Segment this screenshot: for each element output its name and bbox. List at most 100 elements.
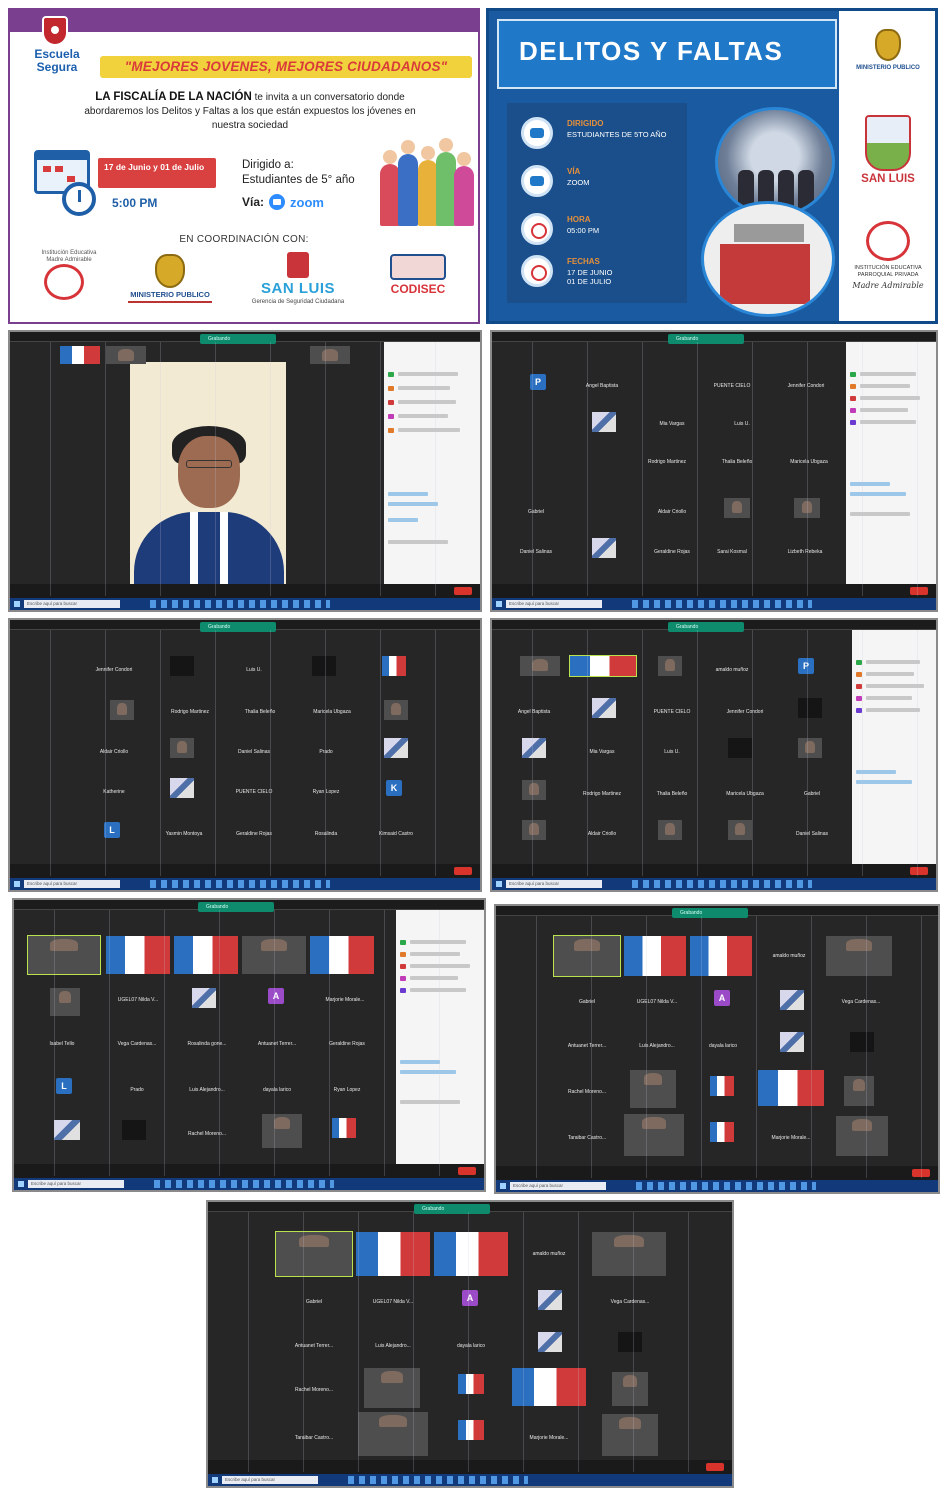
participant-tile[interactable]: Kimsaid Castro <box>366 824 426 844</box>
participant-video[interactable] <box>612 1372 648 1406</box>
participant-video[interactable] <box>553 935 621 977</box>
participant-tile[interactable]: Geraldine Rojas <box>224 824 284 844</box>
participant-video[interactable] <box>384 738 408 758</box>
participant-tile[interactable]: Maricela Ubgaza <box>712 784 778 804</box>
participant-tile[interactable]: Sarai Kosmal <box>702 542 762 562</box>
participant-video[interactable] <box>798 698 822 718</box>
participant-video[interactable] <box>358 1412 428 1456</box>
leave-button[interactable] <box>910 587 928 595</box>
participant-video[interactable] <box>384 700 408 720</box>
participant-video[interactable] <box>658 656 682 676</box>
windows-start-icon[interactable] <box>14 601 20 607</box>
participant-tile[interactable]: Rachel Moreno... <box>276 1380 352 1400</box>
participant-tile[interactable]: Vega Cardenas... <box>592 1292 668 1312</box>
participant-tile[interactable]: Daniel Salinas <box>782 824 842 844</box>
participant-tile[interactable]: Lizbeth Rebeka <box>772 542 838 562</box>
taskbar-search-input[interactable]: Escribe aquí para buscar <box>24 600 120 608</box>
participant-tile[interactable]: Thalia Beleño <box>702 452 772 472</box>
participant-tile[interactable]: dayala larico <box>434 1336 508 1356</box>
participant-video[interactable] <box>522 780 546 800</box>
participant-tile[interactable]: Thalia Beleño <box>230 702 290 722</box>
participant-tile[interactable]: Aldair Criollo <box>572 824 632 844</box>
participant-tile[interactable]: Prado <box>296 742 356 762</box>
participant-video[interactable] <box>758 1070 824 1106</box>
participant-tile[interactable]: amaldo muñoz <box>756 946 822 966</box>
participant-tile[interactable]: Taraibar Castro... <box>276 1428 352 1448</box>
participant-tile[interactable]: Antuanet Terrer... <box>276 1336 352 1356</box>
windows-start-icon[interactable] <box>212 1477 218 1483</box>
participant-video[interactable] <box>538 1332 562 1352</box>
participant-video[interactable] <box>170 738 194 758</box>
participant-video[interactable] <box>780 1032 804 1052</box>
participant-video[interactable] <box>382 656 406 676</box>
participant-tile[interactable]: Luis U. <box>224 660 284 680</box>
participant-tile[interactable]: Luis Alejandro... <box>174 1080 240 1100</box>
leave-button[interactable] <box>458 1167 476 1175</box>
participant-video[interactable] <box>310 936 374 974</box>
participant-tile[interactable]: Thalia Beleño <box>642 784 702 804</box>
participant-tile[interactable]: Jennifer Condori <box>84 660 144 680</box>
participant-tile[interactable]: Ryan Lopez <box>296 782 356 802</box>
participant-video[interactable] <box>106 936 170 974</box>
participant-video[interactable] <box>658 820 682 840</box>
participant-video[interactable] <box>592 698 616 718</box>
leave-button[interactable] <box>454 867 472 875</box>
participant-video[interactable] <box>836 1116 888 1156</box>
participant-tile[interactable]: PUENTE CIELO <box>702 376 762 396</box>
participant-video[interactable] <box>458 1374 484 1394</box>
participant-tile[interactable]: Angel Baptista <box>572 376 632 396</box>
participant-video[interactable] <box>630 1070 676 1108</box>
windows-start-icon[interactable] <box>14 881 20 887</box>
participant-tile[interactable]: Gabriel <box>506 502 566 522</box>
leave-button[interactable] <box>706 1463 724 1471</box>
participant-tile[interactable]: Yasmin Montoya <box>154 824 214 844</box>
participant-tile[interactable]: Luis U. <box>712 414 772 434</box>
participant-tile[interactable]: Antuanet Terrer... <box>244 1034 310 1054</box>
participant-video[interactable] <box>364 1368 420 1408</box>
thumbnail-video[interactable] <box>60 346 100 364</box>
participant-video[interactable] <box>192 988 216 1008</box>
participant-tile[interactable]: Geraldine Rojas <box>642 542 702 562</box>
participant-video[interactable] <box>850 1032 874 1052</box>
participant-tile[interactable]: Angel Baptista <box>502 702 566 722</box>
participant-video[interactable] <box>122 1120 146 1140</box>
participant-video[interactable] <box>27 935 101 975</box>
participant-tile[interactable]: Rosalinda <box>296 824 356 844</box>
participant-tile[interactable]: Aldair Criollo <box>642 502 702 522</box>
participant-tile[interactable]: L <box>94 820 130 840</box>
participant-tile[interactable]: Aldair Criollo <box>84 742 144 762</box>
participant-video[interactable] <box>569 655 637 677</box>
participant-video[interactable] <box>724 498 750 518</box>
participant-video[interactable] <box>262 1114 302 1148</box>
participant-tile[interactable]: A <box>704 988 740 1008</box>
participant-tile[interactable]: Vega Cardenas... <box>826 992 896 1012</box>
participant-tile[interactable]: UGEL07 Nilda V... <box>106 990 170 1010</box>
participant-tile[interactable]: Luis U. <box>642 742 702 762</box>
participant-video[interactable] <box>844 1076 874 1106</box>
leave-button[interactable] <box>454 587 472 595</box>
participant-tile[interactable]: Luis Alejandro... <box>624 1036 690 1056</box>
participant-video[interactable] <box>826 936 892 976</box>
participant-tile[interactable]: PUENTE CIELO <box>642 702 702 722</box>
participant-tile[interactable]: Marjorie Morale... <box>758 1128 824 1148</box>
participant-tile[interactable]: Luis Alejandro... <box>356 1336 430 1356</box>
participant-video[interactable] <box>710 1122 734 1142</box>
participant-tile[interactable]: Jennifer Condori <box>772 376 840 396</box>
participant-tile[interactable]: A <box>452 1288 488 1308</box>
participant-tile[interactable]: P <box>788 656 824 676</box>
participant-tile[interactable]: K <box>376 778 412 798</box>
participant-video[interactable] <box>618 1332 642 1352</box>
participant-video[interactable] <box>54 1120 80 1140</box>
participant-video[interactable] <box>522 820 546 840</box>
participant-video[interactable] <box>170 656 194 676</box>
participant-tile[interactable]: Gabriel <box>782 784 842 804</box>
taskbar-search-input[interactable]: Escribe aquí para buscar <box>506 600 602 608</box>
participant-tile[interactable]: Geraldine Rojas <box>314 1034 380 1054</box>
participant-tile[interactable]: Mia Vargas <box>572 742 632 762</box>
windows-start-icon[interactable] <box>496 881 502 887</box>
participant-tile[interactable]: Antuanet Terrer... <box>554 1036 620 1056</box>
participant-tile[interactable]: Isabel Tello <box>30 1034 94 1054</box>
participant-video[interactable] <box>690 936 752 976</box>
participant-video[interactable] <box>602 1414 658 1456</box>
participant-tile[interactable]: Marjorie Morale... <box>312 990 378 1010</box>
